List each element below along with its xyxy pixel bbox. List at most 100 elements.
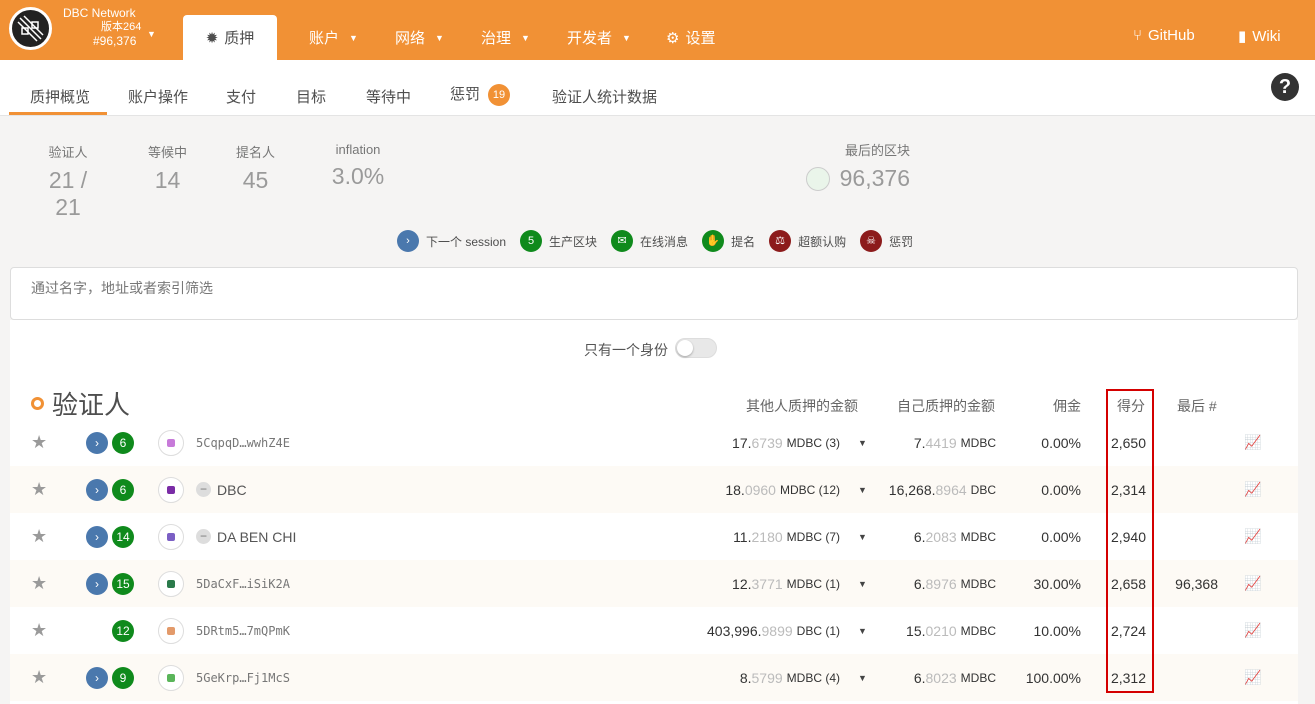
help-icon[interactable]: ? [1271, 73, 1299, 101]
legend-next-session: › 下一个 session [397, 230, 506, 252]
code-branch-icon: ⑂ [1133, 27, 1143, 44]
avatar[interactable] [158, 476, 184, 503]
star-icon[interactable]: ★ [31, 432, 47, 453]
tab-waiting[interactable]: 等待中 [366, 86, 411, 107]
nav-github-label: GitHub [1148, 27, 1195, 44]
col-other-stake[interactable]: 其他人质押的金额 [746, 396, 858, 416]
points-highlight-box [1106, 389, 1154, 693]
validator-address[interactable]: 5DRtm5…7mQPmK [196, 624, 290, 638]
legend-slashed: ☠ 惩罚 [860, 230, 913, 252]
legend-online-message: ✉ 在线消息 [611, 230, 688, 252]
avatar[interactable] [158, 570, 184, 597]
chart-line-icon[interactable]: 📈 [1244, 669, 1261, 686]
gear-icon: ✹ [205, 29, 219, 47]
staking-subnav: 质押概览 账户操作 支付 目标 等待中 惩罚 19 验证人统计数据 [0, 60, 1315, 116]
chevron-right-icon: › [86, 666, 108, 689]
chart-line-icon[interactable]: 📈 [1244, 575, 1261, 592]
table-row: ★ › 14− DA BEN CHI 11. 2180 MDBC (7) ▼ 6. 2083 MDB… [10, 513, 1298, 560]
chart-line-icon[interactable]: 📈 [1244, 528, 1261, 545]
dbc-logo[interactable] [9, 7, 52, 50]
own-stake-frac: 4419 [925, 434, 957, 451]
validator-name[interactable]: DBC [217, 482, 247, 498]
nav-settings[interactable]: ⚙ 设置 [666, 27, 715, 48]
col-commission[interactable]: 佣金 [1053, 396, 1081, 416]
star-icon[interactable]: ★ [31, 479, 47, 500]
nav-settings-label: 设置 [685, 30, 716, 47]
other-stake-int: 18. [725, 481, 745, 498]
validator-address[interactable]: 5GeKrp…Fj1McS [196, 671, 290, 685]
slash-count-badge: 19 [488, 84, 511, 107]
avatar[interactable] [158, 664, 184, 691]
nav-governance[interactable]: 治理 ▼ [481, 27, 530, 48]
commission: 30.00% [1033, 575, 1081, 592]
identity-icon: − [196, 529, 211, 544]
own-stake: 6. 8023 MDBC [860, 654, 996, 701]
section-title: 验证人 [52, 390, 131, 420]
tab-staking[interactable]: ✹ 质押 [183, 15, 277, 60]
validator-address[interactable]: 5DaCxF…iSiK2A [196, 577, 290, 591]
col-last-block[interactable]: 最后 # [1177, 396, 1217, 416]
summary-inflation: inflation 3.0% [318, 142, 398, 190]
own-stake-frac: 2083 [925, 528, 957, 545]
runtime-version: 版本264 [101, 21, 142, 33]
caret-down-icon: ▼ [435, 32, 444, 43]
nav-network-label: 网络 [395, 30, 426, 47]
identity-icon: − [196, 482, 211, 497]
commission: 0.00% [1041, 434, 1081, 451]
chain-info[interactable]: DBC Network 版本264 #96,376 ▼ [63, 6, 156, 48]
last-block [1160, 607, 1218, 654]
summary-waiting: 等候中 14 [140, 142, 195, 194]
own-stake-unit: DBC [970, 482, 996, 497]
avatar[interactable] [158, 523, 184, 550]
other-stake-unit: MDBC (4) [786, 670, 840, 685]
summary-nominators-value: 45 [242, 167, 269, 193]
legend-label: 超额认购 [798, 234, 847, 249]
tab-targets[interactable]: 目标 [296, 86, 326, 107]
star-icon[interactable]: ★ [31, 667, 47, 688]
chevron-right-icon: › [86, 431, 108, 454]
validator-name[interactable]: DA BEN CHI [217, 529, 296, 545]
other-stake-frac: 6739 [751, 434, 783, 451]
other-stake-unit: MDBC (3) [786, 435, 840, 450]
other-stake: 8. 5799 MDBC (4) [650, 654, 840, 701]
skull-icon: ☠ [860, 230, 883, 252]
filter-input[interactable]: 通过名字，地址或者索引筛选 [10, 267, 1298, 320]
block-count-badge: 9 [112, 666, 134, 689]
block-author-avatar [805, 166, 830, 191]
own-stake-int: 6. [913, 528, 926, 545]
nav-developer[interactable]: 开发者 ▼ [567, 27, 631, 48]
table-row: ★ › 15 5DaCxF…iSiK2A 12. 3771 MDBC (1) ▼ 6. 8976 M… [10, 560, 1298, 607]
nav-network[interactable]: 网络 ▼ [395, 27, 444, 48]
tab-slashes-label: 惩罚 [450, 86, 481, 103]
commission: 0.00% [1041, 528, 1081, 545]
chart-line-icon[interactable]: 📈 [1244, 434, 1261, 451]
own-stake-unit: MDBC [960, 623, 996, 638]
nav-github[interactable]: ⑂ GitHub [1133, 27, 1195, 44]
summary-validators: 验证人 21 / 21 [33, 142, 103, 221]
nav-wiki[interactable]: ▮ Wiki [1238, 27, 1281, 46]
chart-line-icon[interactable]: 📈 [1244, 481, 1261, 498]
star-icon[interactable]: ★ [31, 526, 47, 547]
tab-payouts[interactable]: 支付 [226, 86, 256, 107]
gears-icon: ⚙ [666, 29, 680, 47]
col-own-stake[interactable]: 自己质押的金额 [897, 396, 995, 416]
tab-validator-stats[interactable]: 验证人统计数据 [552, 86, 657, 107]
tab-staking-overview[interactable]: 质押概览 [30, 86, 90, 107]
star-icon[interactable]: ★ [31, 620, 47, 641]
other-stake: 18. 0960 MDBC (12) [650, 466, 840, 513]
validator-address[interactable]: 5CqpqD…wwhZ4E [196, 436, 290, 450]
nav-accounts[interactable]: 账户 ▼ [309, 27, 358, 48]
hand-icon: ✋ [702, 230, 725, 252]
avatar[interactable] [158, 429, 184, 456]
legend-label: 生产区块 [549, 234, 598, 249]
tab-slashes[interactable]: 惩罚 19 [450, 83, 511, 107]
only-identity-toggle[interactable] [675, 338, 717, 358]
tab-account-actions[interactable]: 账户操作 [128, 86, 188, 107]
avatar[interactable] [158, 617, 184, 644]
star-icon[interactable]: ★ [31, 573, 47, 594]
legend-label: 提名 [731, 234, 756, 249]
last-block [1160, 513, 1218, 560]
block-count-icon: 5 [520, 230, 543, 252]
chart-line-icon[interactable]: 📈 [1244, 622, 1261, 639]
chevron-right-icon: › [86, 572, 108, 595]
